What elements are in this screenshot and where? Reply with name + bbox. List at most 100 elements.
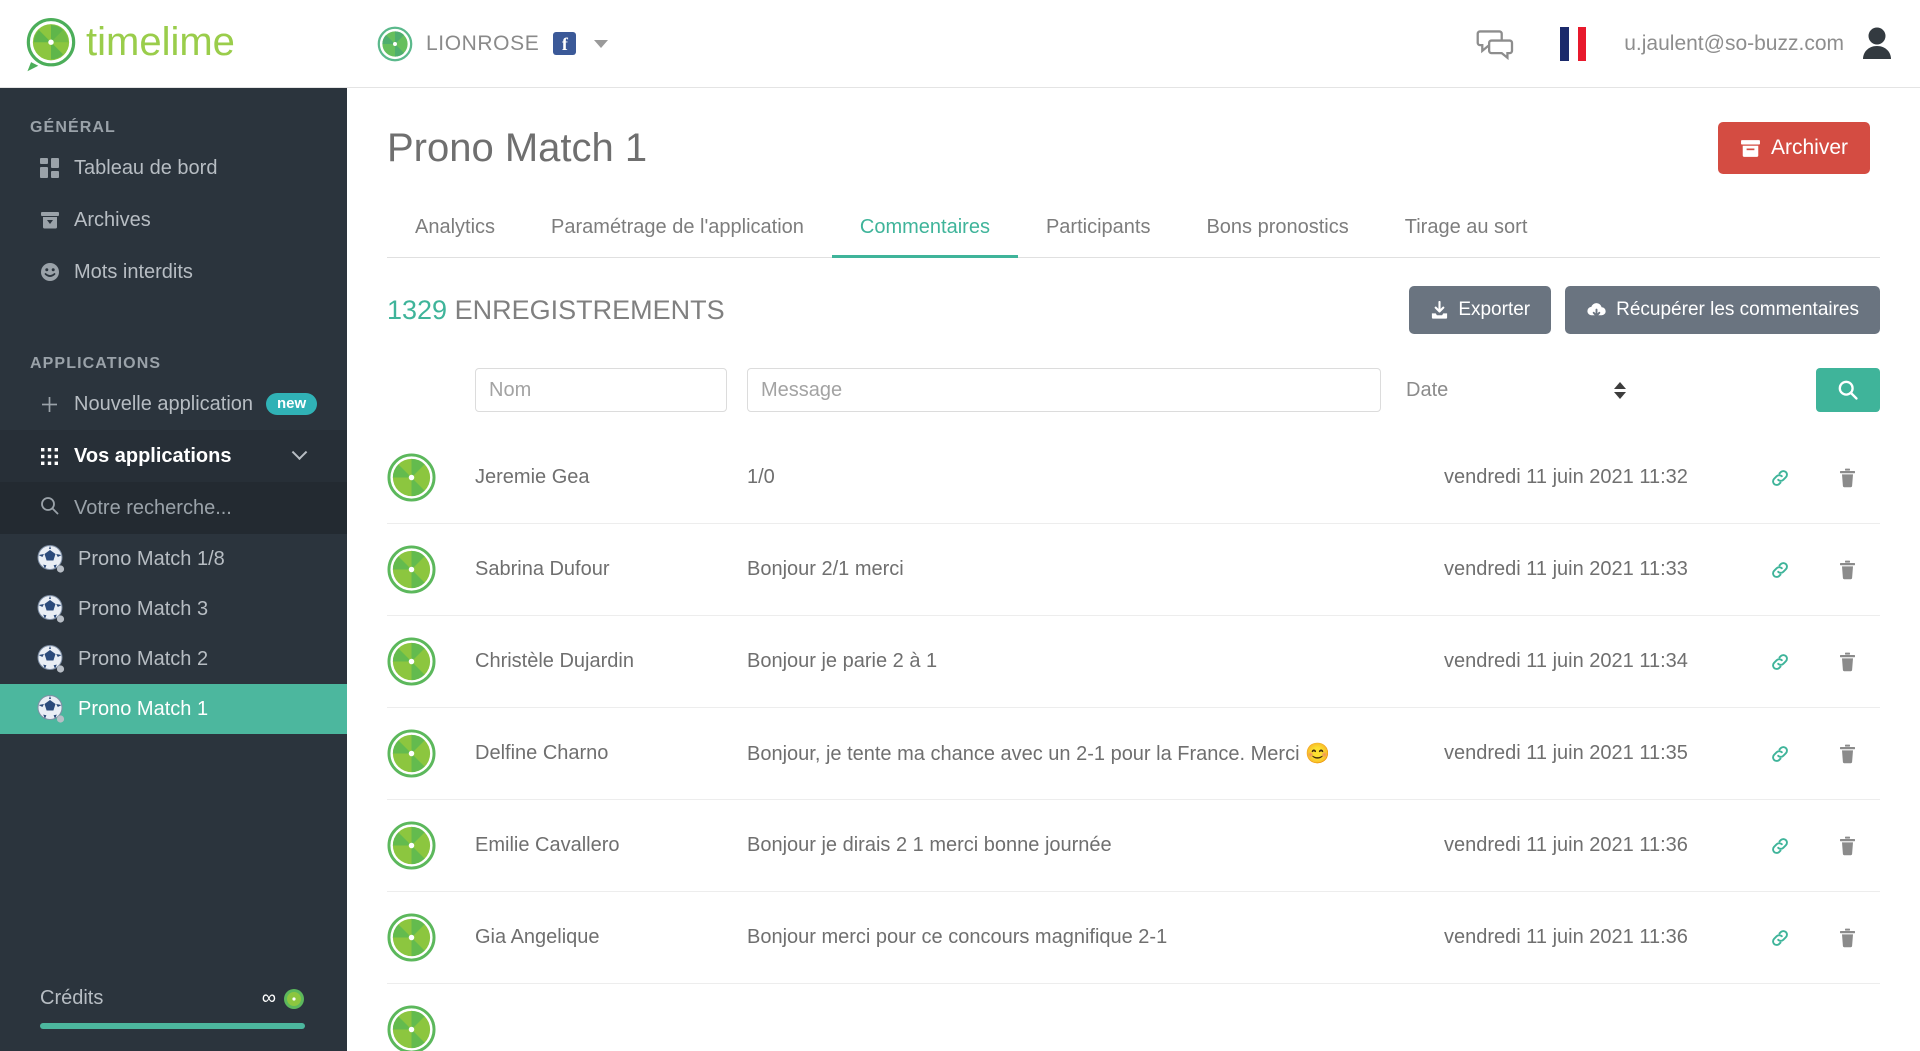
sidebar-item-vos-applications[interactable]: Vos applications	[0, 430, 347, 482]
sidebar-app-prono-match-1-8[interactable]: Prono Match 1/8	[0, 534, 347, 584]
avatar	[387, 821, 475, 870]
fetch-comments-button[interactable]: Récupérer les commentaires	[1565, 286, 1880, 334]
filter-name-input[interactable]	[475, 368, 727, 412]
archive-button[interactable]: Archiver	[1717, 122, 1870, 174]
french-flag-icon[interactable]	[1560, 26, 1587, 61]
link-icon[interactable]	[1746, 928, 1814, 948]
sidebar-item-archives[interactable]: Archives	[0, 194, 347, 246]
table-row: Gia Angelique Bonjour merci pour ce conc…	[387, 892, 1880, 984]
sidebar-app-prono-match-2[interactable]: Prono Match 2	[0, 634, 347, 684]
link-icon[interactable]	[1746, 560, 1814, 580]
chevron-down-icon[interactable]	[594, 39, 609, 48]
date-column-header[interactable]: Date	[1406, 379, 1656, 402]
comment-author: Emilie Cavallero	[475, 834, 620, 856]
records-actions: Exporter Récupérer les commentaires	[1409, 286, 1880, 334]
filter-row: Date	[387, 362, 1880, 418]
tab-analytics[interactable]: Analytics	[387, 202, 523, 257]
lime-avatar-icon	[387, 821, 436, 870]
tab-bons-pronostics[interactable]: Bons pronostics	[1178, 202, 1376, 257]
sidebar-app-prono-match-3[interactable]: Prono Match 3	[0, 584, 347, 634]
sort-descending-arrow	[1614, 391, 1626, 399]
tab-commentaires[interactable]: Commentaires	[831, 202, 1019, 258]
table-row: Sabrina Dufour Bonjour 2/1 merci vendred…	[387, 524, 1880, 616]
search-button[interactable]	[1816, 368, 1880, 412]
top-bar-right: u.jaulent@so-buzz.com	[1476, 23, 1920, 65]
sidebar-section-applications-title: APPLICATIONS	[30, 355, 162, 372]
comment-message: Bonjour je parie 2 à 1	[747, 650, 938, 672]
comment-date: vendredi 11 juin 2021 11:32	[1444, 466, 1688, 488]
sidebar-item-nouvelle-application[interactable]: Nouvelle application new	[0, 378, 347, 430]
page-title: Prono Match 1	[387, 125, 648, 170]
comment-author: Sabrina Dufour	[475, 558, 610, 580]
export-button[interactable]: Exporter	[1409, 286, 1552, 334]
delete-icon[interactable]	[1814, 928, 1880, 948]
flag-stripe-red	[1577, 26, 1587, 61]
tab-participants[interactable]: Participants	[1018, 202, 1179, 257]
comment-date: vendredi 11 juin 2021 11:36	[1444, 926, 1688, 948]
link-icon[interactable]	[1746, 468, 1814, 488]
sidebar-app-label: Prono Match 1	[78, 697, 209, 720]
archive-box-icon	[1741, 139, 1760, 157]
sidebar-app-prono-match-1[interactable]: Prono Match 1	[0, 684, 347, 734]
brand-logo[interactable]: timelime	[0, 0, 347, 88]
grid-dots-icon	[40, 447, 66, 466]
delete-icon[interactable]	[1814, 468, 1880, 488]
user-email[interactable]: u.jaulent@so-buzz.com	[1624, 32, 1844, 56]
delete-icon[interactable]	[1814, 560, 1880, 580]
link-icon[interactable]	[1746, 836, 1814, 856]
chat-bubbles-icon[interactable]	[1476, 28, 1516, 60]
tab-parametrage[interactable]: Paramétrage de l'application	[523, 202, 832, 257]
table-row: Jeremie Gea 1/0 vendredi 11 juin 2021 11…	[387, 432, 1880, 524]
chevron-down-icon[interactable]	[291, 443, 308, 460]
search-icon	[40, 496, 66, 520]
comment-message: Bonjour 2/1 merci	[747, 558, 904, 580]
records-count: 1329 ENREGISTREMENTS	[387, 295, 725, 326]
plus-icon	[40, 395, 66, 414]
records-toolbar: 1329 ENREGISTREMENTS Exporter Récupérer …	[387, 286, 1880, 334]
sidebar-section-general-title: GÉNÉRAL	[30, 119, 116, 136]
delete-icon[interactable]	[1814, 836, 1880, 856]
filter-message-input[interactable]	[747, 368, 1381, 412]
sidebar-item-tableau-de-bord[interactable]: Tableau de bord	[0, 142, 347, 194]
avatar	[387, 913, 475, 962]
link-icon[interactable]	[1746, 652, 1814, 672]
lime-avatar-icon	[387, 545, 436, 594]
records-count-label: ENREGISTREMENTS	[454, 294, 725, 325]
comments-table: Jeremie Gea 1/0 vendredi 11 juin 2021 11…	[387, 432, 1880, 1051]
credits-value: ∞	[261, 987, 276, 1009]
organization-selector[interactable]: LIONROSE	[377, 26, 609, 62]
search-icon	[1838, 380, 1858, 400]
lime-avatar-icon	[387, 637, 436, 686]
table-row: Delfine Charno Bonjour, je tente ma chan…	[387, 708, 1880, 800]
tab-tirage-au-sort[interactable]: Tirage au sort	[1377, 202, 1556, 257]
soccer-ball-icon	[37, 545, 65, 573]
new-badge: new	[266, 393, 318, 415]
link-icon[interactable]	[1746, 744, 1814, 764]
records-count-number: 1329	[387, 294, 448, 325]
sort-arrows-icon[interactable]	[1614, 381, 1626, 399]
comment-author: Jeremie Gea	[475, 466, 590, 488]
svg-text:timelime: timelime	[86, 21, 235, 64]
comment-message: 1/0	[747, 466, 775, 488]
timelime-wordmark: timelime	[86, 21, 235, 64]
sidebar-search[interactable]	[0, 482, 347, 534]
table-row: Christèle Dujardin Bonjour je parie 2 à …	[387, 616, 1880, 708]
comment-message-group: Bonjour, je tente ma chance avec un 2-1 …	[747, 741, 1444, 766]
avatar	[387, 729, 475, 778]
sidebar-item-label: Archives	[74, 208, 151, 231]
comment-date: vendredi 11 juin 2021 11:33	[1444, 558, 1688, 580]
user-avatar-icon[interactable]	[1856, 23, 1898, 65]
comment-message: Bonjour, je tente ma chance avec un 2-1 …	[747, 743, 1300, 765]
flag-stripe-white	[1568, 26, 1578, 61]
sidebar-search-input[interactable]	[74, 496, 304, 520]
comment-message: Bonjour merci pour ce concours magnifiqu…	[747, 926, 1168, 948]
sidebar-app-label: Prono Match 2	[78, 647, 209, 670]
cloud-download-icon	[1587, 302, 1606, 317]
delete-icon[interactable]	[1814, 744, 1880, 764]
table-row-partial	[387, 984, 1880, 1051]
sidebar-item-mots-interdits[interactable]: Mots interdits	[0, 246, 347, 298]
delete-icon[interactable]	[1814, 652, 1880, 672]
archive-box-icon	[40, 210, 66, 230]
avatar	[387, 453, 475, 502]
facebook-icon[interactable]	[553, 32, 577, 55]
